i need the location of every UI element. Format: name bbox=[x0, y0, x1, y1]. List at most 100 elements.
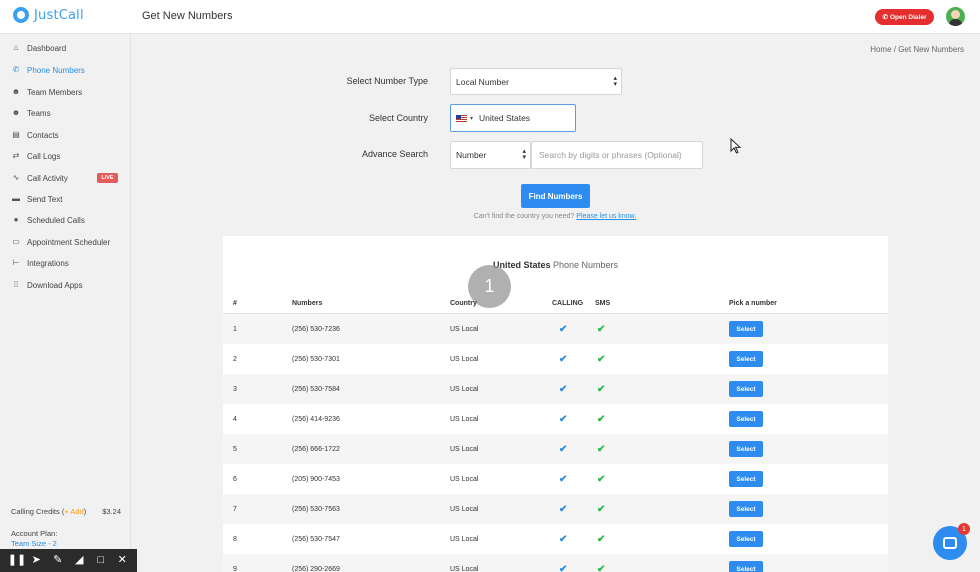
select-number-button[interactable]: Select bbox=[729, 531, 763, 547]
pick-cell: Select bbox=[729, 314, 763, 344]
row-index: 8 bbox=[233, 535, 237, 543]
square-icon[interactable]: □ bbox=[94, 555, 108, 566]
recording-toolbar: ❚❚ ➤ ✎ ◢ □ ✕ bbox=[0, 549, 137, 572]
pause-icon[interactable]: ❚❚ bbox=[8, 555, 26, 566]
message-icon: ▬ bbox=[12, 194, 20, 203]
row-index: 1 bbox=[233, 325, 237, 333]
pick-cell: Select bbox=[729, 344, 763, 374]
select-number-button[interactable]: Select bbox=[729, 381, 763, 397]
breadcrumb[interactable]: Home / Get New Numbers bbox=[870, 45, 964, 54]
grid-icon: ⁞⁞ bbox=[13, 280, 19, 289]
cant-find-country: Can't find the country you need? Please … bbox=[473, 213, 637, 220]
phone-number: (256) 530-7547 bbox=[292, 535, 340, 543]
highlighter-icon[interactable]: ◢ bbox=[72, 555, 86, 566]
select-number-button[interactable]: Select bbox=[729, 561, 763, 572]
pick-cell: Select bbox=[729, 554, 763, 572]
avatar[interactable] bbox=[946, 7, 965, 26]
sidebar-item-label: Dashboard bbox=[27, 43, 67, 53]
sms-check-icon: ✔ bbox=[597, 443, 606, 455]
sidebar-item-call-activity[interactable]: ∿ Call Activity LIVE bbox=[0, 169, 131, 187]
team-size-link[interactable]: Team Size - 2 bbox=[11, 539, 57, 549]
table-row: 8 (256) 530-7547 US Local ✔ ✔ Select bbox=[223, 524, 888, 554]
number-type-select[interactable]: Local Number ▴ ▾ bbox=[450, 68, 622, 95]
header-pick: Pick a number bbox=[729, 300, 777, 307]
pick-cell: Select bbox=[729, 494, 763, 524]
phone-number: (205) 900-7453 bbox=[292, 475, 340, 483]
sms-check-icon: ✔ bbox=[597, 353, 606, 365]
justcall-logo-icon bbox=[13, 7, 29, 23]
open-dialer-button[interactable]: ✆ Open Dialer bbox=[875, 9, 934, 25]
let-us-know-link[interactable]: Please let us know. bbox=[576, 213, 636, 220]
plug-icon: ⊢ bbox=[12, 258, 20, 267]
select-caret-icon: ▴ ▾ bbox=[613, 74, 617, 88]
results-title: United States Phone Numbers bbox=[492, 260, 619, 270]
mouse-cursor-icon bbox=[730, 138, 742, 154]
sms-check-icon: ✔ bbox=[597, 503, 606, 515]
select-number-button[interactable]: Select bbox=[729, 351, 763, 367]
header-sms: SMS bbox=[595, 300, 611, 307]
users-icon: ☻ bbox=[11, 87, 21, 96]
activity-icon: ∿ bbox=[12, 173, 20, 182]
us-flag-icon bbox=[456, 114, 467, 122]
number-country: US Local bbox=[450, 505, 479, 513]
sidebar-item-team-members[interactable]: ☻ Team Members bbox=[0, 83, 131, 101]
number-country: US Local bbox=[450, 355, 479, 363]
sidebar-item-phone-numbers[interactable]: ✆ Phone Numbers bbox=[0, 61, 131, 79]
row-index: 5 bbox=[233, 445, 237, 453]
sidebar-item-send-text[interactable]: ▬ Send Text bbox=[0, 190, 131, 208]
find-numbers-button[interactable]: Find Numbers bbox=[521, 184, 590, 208]
sidebar-item-teams[interactable]: ☻ Teams bbox=[0, 104, 131, 122]
sidebar-item-label: Send Text bbox=[27, 194, 63, 204]
phone-icon: ✆ bbox=[882, 14, 888, 21]
table-row: 1 (256) 530-7236 US Local ✔ ✔ Select bbox=[223, 314, 888, 344]
add-credits-link[interactable]: + Add bbox=[64, 507, 83, 516]
close-icon[interactable]: ✕ bbox=[115, 555, 129, 566]
table-row: 5 (256) 666-1722 US Local ✔ ✔ Select bbox=[223, 434, 888, 464]
calling-check-icon: ✔ bbox=[559, 503, 568, 515]
pick-cell: Select bbox=[729, 464, 763, 494]
phone-number: (256) 666-1722 bbox=[292, 445, 340, 453]
open-dialer-label: Open Dialer bbox=[889, 13, 927, 21]
row-index: 9 bbox=[233, 565, 237, 572]
select-number-button[interactable]: Select bbox=[729, 501, 763, 517]
contact-card-icon: ▤ bbox=[12, 130, 20, 139]
select-number-button[interactable]: Select bbox=[729, 471, 763, 487]
sidebar-item-dashboard[interactable]: ⌂ Dashboard bbox=[0, 39, 131, 57]
pointer-icon[interactable]: ➤ bbox=[29, 555, 43, 566]
logs-icon: ⇄ bbox=[12, 151, 20, 160]
sms-check-icon: ✔ bbox=[597, 473, 606, 485]
account-plan: Account Plan: Team Size - 2 bbox=[11, 529, 57, 549]
country-select[interactable]: ▾ United States bbox=[450, 104, 576, 132]
sidebar-item-integrations[interactable]: ⊢ Integrations bbox=[0, 254, 131, 272]
sidebar-item-label: Appointment Scheduler bbox=[27, 237, 111, 247]
sidebar-item-contacts[interactable]: ▤ Contacts bbox=[0, 126, 131, 144]
sidebar-item-label: Contacts bbox=[27, 130, 59, 140]
calling-check-icon: ✔ bbox=[559, 323, 568, 335]
page-title: Get New Numbers bbox=[142, 10, 233, 22]
search-input[interactable] bbox=[531, 141, 703, 169]
sidebar: ⌂ Dashboard ✆ Phone Numbers ☻ Team Membe… bbox=[0, 34, 131, 572]
select-number-button[interactable]: Select bbox=[729, 321, 763, 337]
row-index: 2 bbox=[233, 355, 237, 363]
select-caret-icon: ▴ ▾ bbox=[522, 148, 526, 161]
header-number: # bbox=[233, 300, 237, 307]
sidebar-item-label: Call Activity bbox=[27, 173, 68, 183]
search-type-select[interactable]: Number ▴ ▾ bbox=[450, 141, 531, 169]
sms-check-icon: ✔ bbox=[597, 413, 606, 425]
sidebar-item-appointment-scheduler[interactable]: ▭ Appointment Scheduler bbox=[0, 233, 131, 251]
number-country: US Local bbox=[450, 325, 479, 333]
select-number-button[interactable]: Select bbox=[729, 411, 763, 427]
sidebar-item-call-logs[interactable]: ⇄ Call Logs bbox=[0, 147, 131, 165]
sidebar-item-label: Teams bbox=[27, 108, 51, 118]
phone-number: (256) 530-7301 bbox=[292, 355, 340, 363]
home-icon: ⌂ bbox=[13, 43, 19, 52]
sidebar-item-label: Call Logs bbox=[27, 151, 61, 161]
logo[interactable]: JustCall bbox=[13, 7, 84, 23]
results-panel: United States Phone Numbers 1 # Numbers … bbox=[223, 236, 888, 572]
chevron-down-icon: ▾ bbox=[470, 115, 474, 122]
pen-icon[interactable]: ✎ bbox=[51, 555, 65, 566]
top-bar: JustCall Get New Numbers ✆ Open Dialer bbox=[0, 0, 980, 34]
select-number-button[interactable]: Select bbox=[729, 441, 763, 457]
table-row: 3 (256) 530-7584 US Local ✔ ✔ Select bbox=[223, 374, 888, 404]
sidebar-item-download-apps[interactable]: ⁞⁞ Download Apps bbox=[0, 276, 131, 294]
